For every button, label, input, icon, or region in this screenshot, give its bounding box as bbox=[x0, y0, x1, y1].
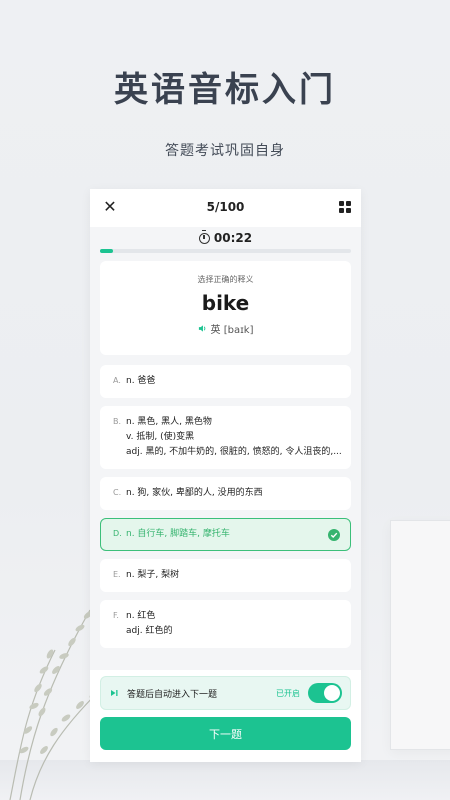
question-word: bike bbox=[201, 291, 250, 315]
toggle-knob bbox=[324, 685, 340, 701]
bottom-panel: 答题后自动进入下一题 已开启 下一题 bbox=[90, 670, 361, 762]
option-d[interactable]: D. n. 自行车, 脚踏车, 摩托车 bbox=[100, 518, 351, 551]
option-text: adj. 黑的, 不加牛奶的, 很脏的, 愤怒的, 令人沮丧的,... bbox=[126, 447, 342, 457]
question-card: 选择正确的释义 bike 英 [baɪk] bbox=[100, 261, 351, 355]
next-question-button[interactable]: 下一题 bbox=[100, 717, 351, 750]
hero-subtitle: 答题考试巩固自身 bbox=[165, 143, 285, 159]
option-letter: E. bbox=[113, 570, 121, 579]
grid-icon[interactable] bbox=[339, 201, 351, 213]
question-counter: 5/100 bbox=[206, 200, 245, 214]
question-prompt: 选择正确的释义 bbox=[197, 275, 254, 284]
timer-value: 00:22 bbox=[213, 231, 253, 245]
play-next-icon bbox=[111, 690, 118, 696]
option-text: n. 红色 bbox=[126, 611, 156, 621]
auto-next-toggle[interactable] bbox=[308, 683, 342, 703]
phonetic-text: 英 [baɪk] bbox=[210, 325, 254, 336]
progress-bar bbox=[100, 249, 351, 253]
speaker-icon[interactable] bbox=[198, 324, 207, 333]
option-letter: B. bbox=[113, 417, 122, 426]
option-letter: D. bbox=[113, 529, 122, 538]
option-b[interactable]: B. n. 黑色, 黑人, 黑色物 v. 抵制, (使)变黑 adj. 黑的, … bbox=[100, 406, 351, 469]
option-a[interactable]: A. n. 爸爸 bbox=[100, 365, 351, 398]
auto-next-status: 已开启 bbox=[276, 688, 300, 698]
phone-screen: ✕ 5/100 00:22 选择正确的释义 bike 英 [baɪk] A. n… bbox=[90, 189, 361, 762]
quiz-header: ✕ 5/100 bbox=[90, 189, 361, 227]
progress-fill bbox=[100, 249, 113, 253]
option-text: n. 爸爸 bbox=[126, 376, 156, 386]
auto-next-row: 答题后自动进入下一题 已开启 bbox=[100, 676, 351, 710]
check-icon bbox=[328, 529, 340, 541]
timer: 00:22 bbox=[90, 227, 361, 249]
option-letter: A. bbox=[113, 376, 121, 385]
option-text: v. 抵制, (使)变黑 bbox=[126, 432, 195, 442]
option-f[interactable]: F. n. 红色 adj. 红色的 bbox=[100, 600, 351, 648]
clock-icon bbox=[198, 229, 210, 244]
option-text: n. 梨子, 梨树 bbox=[126, 570, 180, 580]
option-text: adj. 红色的 bbox=[126, 626, 173, 636]
option-text: n. 黑色, 黑人, 黑色物 bbox=[126, 417, 212, 427]
option-text: n. 狗, 家伙, 卑鄙的人, 没用的东西 bbox=[126, 488, 263, 498]
option-letter: F. bbox=[113, 611, 119, 620]
hero-title: 英语音标入门 bbox=[114, 70, 336, 110]
option-e[interactable]: E. n. 梨子, 梨树 bbox=[100, 559, 351, 592]
option-text: n. 自行车, 脚踏车, 摩托车 bbox=[126, 529, 230, 539]
option-letter: C. bbox=[113, 488, 122, 497]
option-c[interactable]: C. n. 狗, 家伙, 卑鄙的人, 没用的东西 bbox=[100, 477, 351, 510]
phonetic-row[interactable]: 英 [baɪk] bbox=[100, 321, 351, 336]
options-list: A. n. 爸爸 B. n. 黑色, 黑人, 黑色物 v. 抵制, (使)变黑 … bbox=[100, 365, 351, 648]
background-picture-frame bbox=[390, 520, 450, 750]
auto-next-label: 答题后自动进入下一题 bbox=[127, 689, 218, 700]
